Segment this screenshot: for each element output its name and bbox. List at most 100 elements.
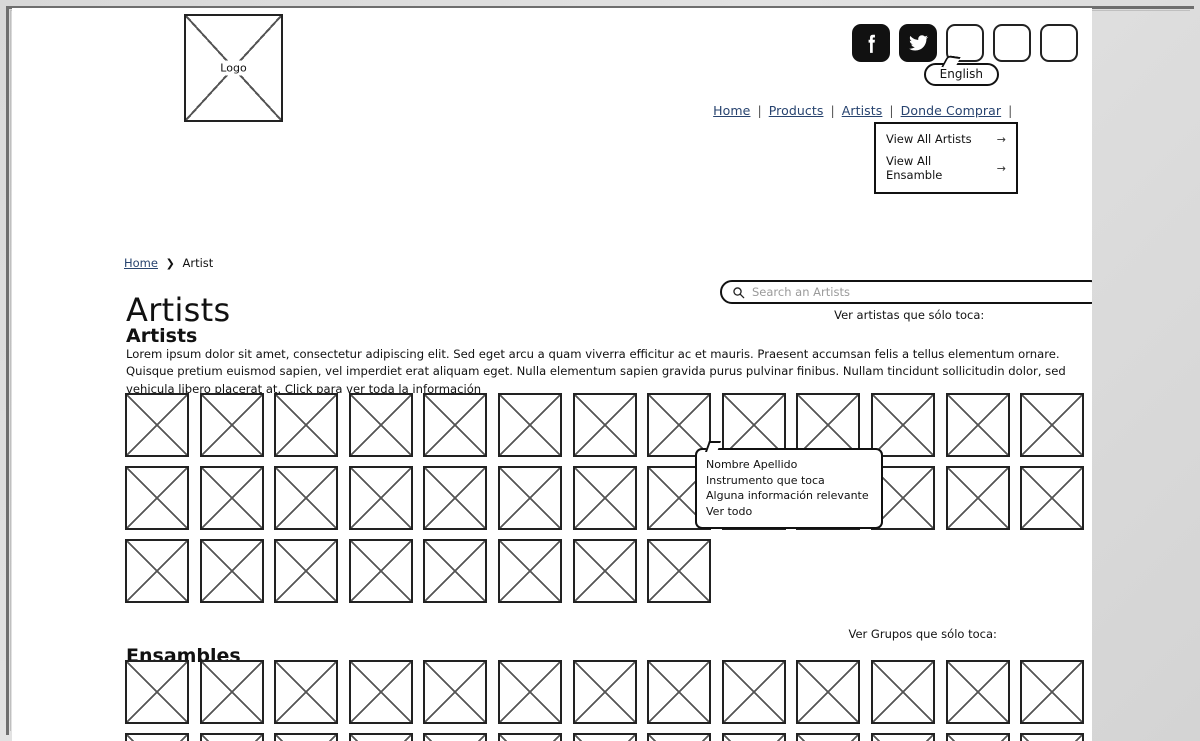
filter-groups-value[interactable] — [997, 627, 1086, 641]
ensambles-grid — [125, 660, 1092, 741]
placeholder-box-3[interactable] — [1040, 24, 1078, 62]
ensamble-thumbnail[interactable] — [945, 733, 1010, 741]
ensamble-thumbnail[interactable] — [497, 660, 562, 724]
ensamble-thumbnail[interactable] — [796, 660, 861, 724]
artist-thumbnail[interactable] — [497, 466, 562, 530]
artist-thumbnail[interactable] — [572, 466, 637, 530]
dropdown-item-label: View All Artists — [886, 132, 972, 146]
filter-groups-by-instrument: Ver Grupos que sólo toca: — [849, 627, 1087, 641]
dropdown-item-label: View All Ensamble — [886, 154, 943, 182]
ensamble-thumbnail[interactable] — [199, 733, 264, 741]
ensamble-thumbnail[interactable] — [274, 733, 339, 741]
arrow-right-icon: → — [996, 161, 1006, 175]
nav-item-blurred[interactable] — [1012, 103, 1084, 118]
artist-thumbnail[interactable] — [423, 539, 488, 603]
ensamble-thumbnail[interactable] — [572, 660, 637, 724]
ensamble-thumbnail[interactable] — [647, 733, 712, 741]
page-canvas: Logo English Home | Products | Artists |… — [12, 8, 1092, 741]
logo-placeholder[interactable]: Logo — [184, 14, 283, 122]
artist-thumbnail[interactable] — [647, 539, 712, 603]
tooltip-info: Alguna información relevante — [706, 489, 869, 503]
artists-grid — [125, 393, 1092, 603]
language-tooltip-label: English — [939, 67, 983, 81]
ensamble-thumbnail[interactable] — [348, 733, 413, 741]
artist-thumbnail[interactable] — [274, 466, 339, 530]
dropdown-item-view-all-artists[interactable]: View All Artists → — [876, 130, 1016, 152]
filter-groups-label: Ver Grupos que sólo toca: — [848, 627, 997, 641]
ensamble-thumbnail[interactable] — [348, 660, 413, 724]
artist-thumbnail[interactable] — [945, 393, 1010, 457]
ensamble-thumbnail[interactable] — [870, 660, 935, 724]
dropdown-item-view-all-ensamble[interactable]: View All Ensamble → — [876, 152, 1016, 188]
artist-thumbnail[interactable] — [348, 393, 413, 457]
artist-thumbnail[interactable] — [125, 393, 189, 457]
artist-thumbnail[interactable] — [274, 539, 339, 603]
ensamble-thumbnail[interactable] — [199, 660, 264, 724]
artist-thumbnail[interactable] — [572, 393, 637, 457]
ensamble-thumbnail[interactable] — [945, 660, 1010, 724]
search-icon — [733, 286, 745, 298]
ensamble-thumbnail[interactable] — [423, 660, 488, 724]
ensamble-thumbnail[interactable] — [721, 733, 786, 741]
ensamble-thumbnail[interactable] — [870, 733, 935, 741]
ensamble-thumbnail[interactable] — [1020, 660, 1085, 724]
tooltip-instrument: Instrumento que toca — [706, 473, 825, 487]
nav-item-donde-comprar[interactable]: Donde Comprar — [894, 103, 1009, 118]
ensamble-thumbnail[interactable] — [1020, 733, 1085, 741]
artist-thumbnail[interactable] — [125, 539, 189, 603]
ensamble-thumbnail[interactable] — [125, 733, 189, 741]
breadcrumb-home-link[interactable]: Home — [124, 256, 158, 270]
section-title-artists: Artists — [126, 324, 198, 347]
tooltip-artist-name: Nombre Apellido — [706, 458, 798, 471]
chevron-right-icon: ❯ — [165, 257, 175, 270]
artist-thumbnail[interactable] — [423, 466, 488, 530]
artist-thumbnail[interactable] — [125, 466, 189, 530]
ensamble-thumbnail[interactable] — [274, 660, 339, 724]
facebook-icon[interactable] — [852, 24, 890, 62]
artist-thumbnail[interactable] — [199, 393, 264, 457]
artist-thumbnail[interactable] — [423, 393, 488, 457]
language-tooltip[interactable]: English — [923, 55, 999, 86]
tooltip-view-all-link[interactable]: Ver todo — [706, 504, 872, 520]
ensamble-thumbnail[interactable] — [721, 660, 786, 724]
ensamble-thumbnail[interactable] — [497, 733, 562, 741]
artist-thumbnail[interactable] — [199, 466, 264, 530]
artist-thumbnail[interactable] — [1020, 393, 1085, 457]
intro-paragraph: Lorem ipsum dolor sit amet, consectetur … — [126, 346, 1066, 396]
nav-item-products[interactable]: Products — [762, 103, 831, 118]
ensamble-thumbnail[interactable] — [647, 660, 712, 724]
ensamble-thumbnail[interactable] — [423, 733, 488, 741]
breadcrumb-current: Artist — [182, 256, 214, 270]
artist-thumbnail[interactable] — [1020, 466, 1085, 530]
artist-thumbnail[interactable] — [199, 539, 264, 603]
artist-thumbnail[interactable] — [497, 393, 562, 457]
artist-thumbnail[interactable] — [348, 539, 413, 603]
twitter-icon[interactable] — [899, 24, 937, 62]
artists-dropdown-menu[interactable]: View All Artists → View All Ensamble → — [874, 122, 1018, 194]
artist-thumbnail[interactable] — [348, 466, 413, 530]
search-input[interactable] — [750, 284, 1090, 300]
page-title: Artists — [126, 291, 231, 330]
ensamble-thumbnail[interactable] — [796, 733, 861, 741]
tooltip-tail — [704, 441, 722, 452]
artist-thumbnail[interactable] — [945, 466, 1010, 530]
artist-thumbnail[interactable] — [497, 539, 562, 603]
artist-thumbnail[interactable] — [274, 393, 339, 457]
ensamble-thumbnail[interactable] — [125, 660, 189, 724]
breadcrumb: Home ❯ Artist — [124, 256, 213, 270]
filter-artists-value[interactable] — [984, 308, 1088, 322]
artist-hover-tooltip[interactable]: Nombre Apellido Instrumento que toca Alg… — [695, 441, 883, 530]
placeholder-box-2[interactable] — [993, 24, 1031, 62]
ensamble-thumbnail[interactable] — [572, 733, 637, 741]
filter-artists-label: Ver artistas que sólo toca: — [834, 308, 985, 322]
arrow-right-icon: → — [996, 132, 1006, 146]
nav-item-artists[interactable]: Artists — [835, 103, 890, 118]
site-header: Logo English Home | Products | Artists |… — [12, 8, 1092, 194]
search-bar[interactable] — [720, 280, 1092, 304]
artist-thumbnail[interactable] — [870, 393, 935, 457]
artist-thumbnail[interactable] — [572, 539, 637, 603]
nav-item-home[interactable]: Home — [706, 103, 757, 118]
filter-artists-by-instrument: Ver artistas que sólo toca: — [834, 308, 1088, 322]
social-and-language-bar — [852, 24, 1078, 62]
logo-label: Logo — [215, 60, 252, 76]
